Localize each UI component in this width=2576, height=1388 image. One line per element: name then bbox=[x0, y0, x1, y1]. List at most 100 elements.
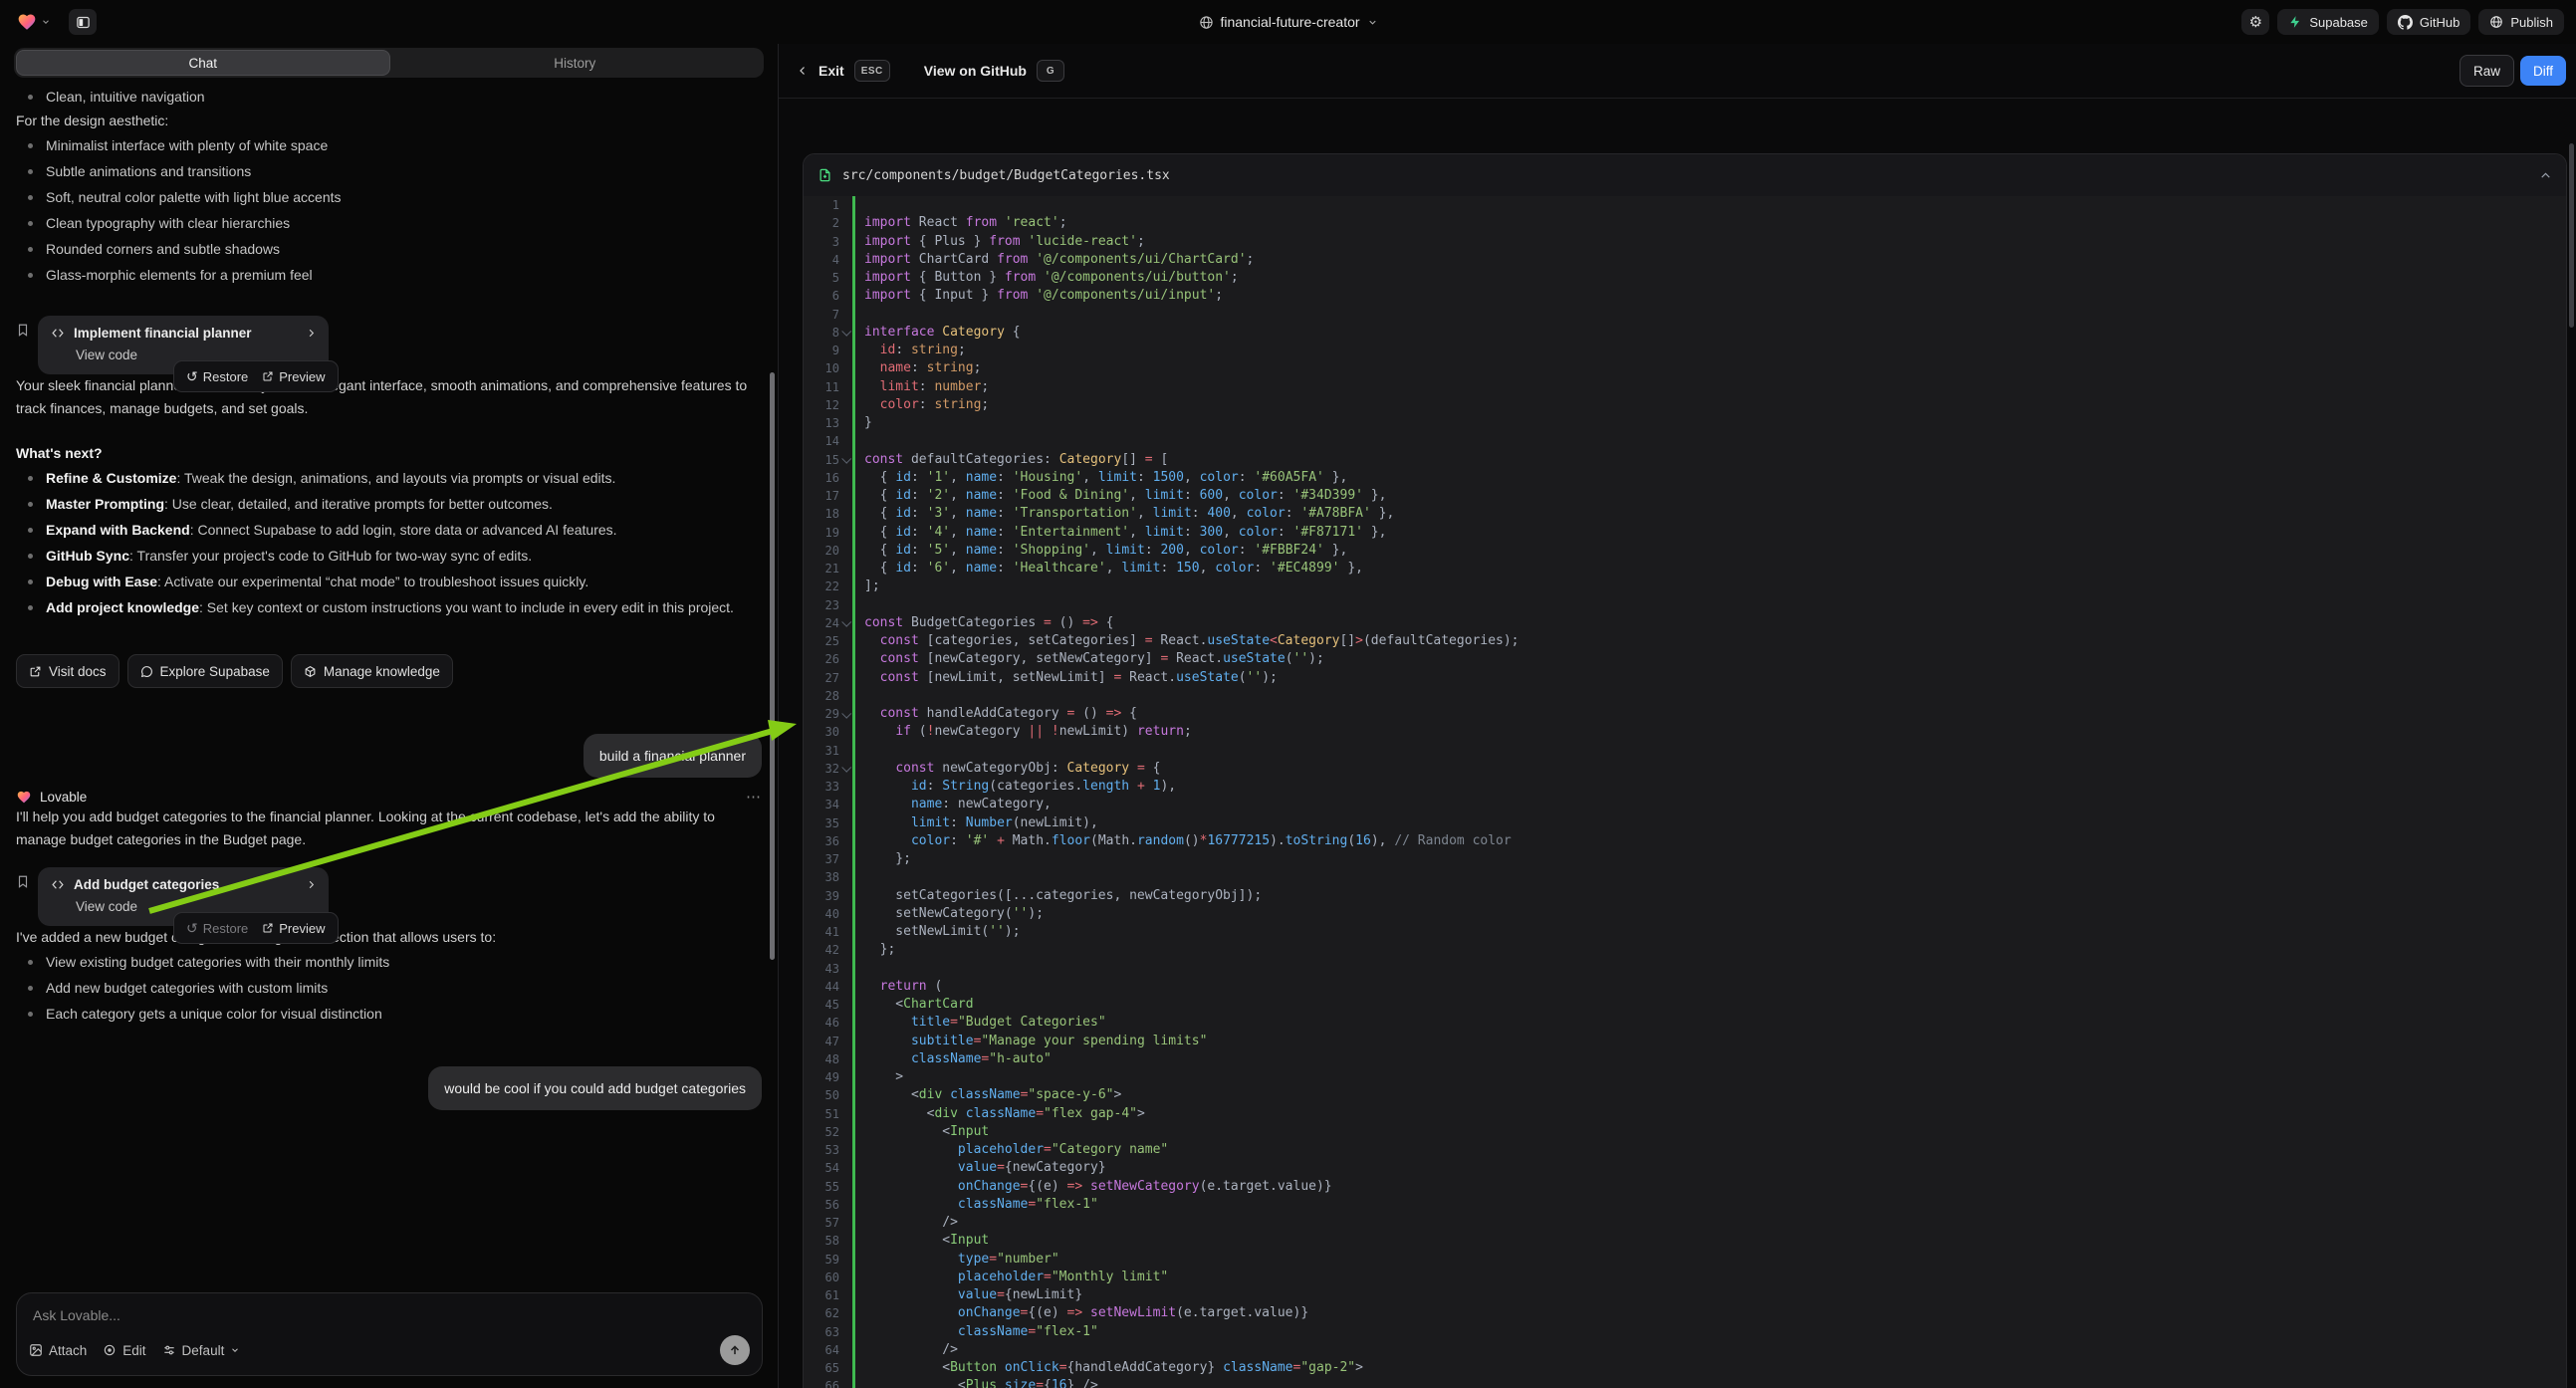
line-number: 14 bbox=[804, 432, 839, 450]
code-line: 14 bbox=[804, 432, 2566, 450]
line-number: 66 bbox=[804, 1377, 839, 1388]
bookmark-icon bbox=[16, 873, 30, 890]
tab-history[interactable]: History bbox=[389, 51, 762, 75]
fold-chevron-icon[interactable] bbox=[841, 708, 851, 718]
fold-chevron-icon[interactable] bbox=[841, 763, 851, 773]
line-number: 34 bbox=[804, 796, 839, 813]
more-options-icon[interactable]: ⋯ bbox=[746, 788, 762, 806]
edit-mode-button[interactable]: Edit bbox=[103, 1343, 145, 1358]
code-line: 26 const [newCategory, setNewCategory] =… bbox=[804, 650, 2566, 668]
file-path: src/components/budget/BudgetCategories.t… bbox=[842, 168, 2529, 183]
line-number: 4 bbox=[804, 251, 839, 269]
preview-button[interactable]: Preview bbox=[262, 369, 325, 384]
line-number: 27 bbox=[804, 669, 839, 687]
user-message: build a financial planner bbox=[584, 734, 762, 778]
fold-chevron-icon[interactable] bbox=[841, 454, 851, 464]
supabase-icon bbox=[2288, 15, 2302, 29]
list-item: GitHub Sync: Transfer your project's cod… bbox=[16, 543, 762, 569]
fold-chevron-icon[interactable] bbox=[841, 327, 851, 337]
line-number: 64 bbox=[804, 1341, 839, 1359]
chat-scrollbar[interactable] bbox=[770, 372, 775, 960]
line-number: 65 bbox=[804, 1359, 839, 1377]
line-number: 50 bbox=[804, 1086, 839, 1104]
code-line: 6import { Input } from '@/components/ui/… bbox=[804, 287, 2566, 305]
assistant-name: Lovable bbox=[40, 790, 87, 805]
line-number: 11 bbox=[804, 378, 839, 396]
globe-icon bbox=[2489, 15, 2503, 29]
restore-button[interactable]: ↺Restore bbox=[186, 369, 248, 384]
project-selector[interactable]: financial-future-creator bbox=[1198, 0, 1377, 44]
code-line: 24const BudgetCategories = () => { bbox=[804, 614, 2566, 632]
code-line: 37 }; bbox=[804, 850, 2566, 868]
code-scrollbar[interactable] bbox=[2569, 143, 2574, 328]
version-title: Add budget categories bbox=[74, 877, 219, 892]
line-number: 8 bbox=[804, 324, 839, 342]
line-number: 42 bbox=[804, 941, 839, 959]
chat-message-list[interactable]: Clean, intuitive navigation For the desi… bbox=[0, 84, 778, 1288]
fold-chevron-icon[interactable] bbox=[841, 617, 851, 627]
attach-button[interactable]: Attach bbox=[29, 1343, 87, 1358]
code-line: 19 { id: '4', name: 'Entertainment', lim… bbox=[804, 524, 2566, 542]
code-line: 11 limit: number; bbox=[804, 378, 2566, 396]
list-item: Master Prompting: Use clear, detailed, a… bbox=[16, 491, 762, 517]
globe-icon bbox=[1198, 15, 1213, 30]
list-item: Add project knowledge: Set key context o… bbox=[16, 594, 762, 620]
code-line: 36 color: '#' + Math.floor(Math.random()… bbox=[804, 832, 2566, 850]
github-button[interactable]: GitHub bbox=[2387, 9, 2470, 35]
line-number: 25 bbox=[804, 632, 839, 650]
line-number: 58 bbox=[804, 1232, 839, 1250]
code-line: 41 setNewLimit(''); bbox=[804, 923, 2566, 941]
raw-view-button[interactable]: Raw bbox=[2459, 55, 2514, 87]
exit-button[interactable]: Exit bbox=[819, 63, 844, 79]
line-number: 17 bbox=[804, 487, 839, 505]
tab-chat[interactable]: Chat bbox=[17, 51, 389, 75]
line-number: 9 bbox=[804, 342, 839, 359]
whats-next-list: Refine & Customize: Tweak the design, an… bbox=[16, 465, 762, 620]
toggle-chat-panel-button[interactable] bbox=[69, 9, 97, 35]
list-item: Refine & Customize: Tweak the design, an… bbox=[16, 465, 762, 491]
file-header[interactable]: src/components/budget/BudgetCategories.t… bbox=[804, 154, 2566, 197]
code-line: 65 <Button onClick={handleAddCategory} c… bbox=[804, 1359, 2566, 1377]
code-line: 20 { id: '5', name: 'Shopping', limit: 2… bbox=[804, 542, 2566, 560]
added-bullet-list: View existing budget categories with the… bbox=[16, 949, 762, 1027]
explore-supabase-button[interactable]: Explore Supabase bbox=[127, 654, 283, 688]
publish-button[interactable]: Publish bbox=[2478, 9, 2564, 35]
list-item: Soft, neutral color palette with light b… bbox=[16, 184, 762, 210]
chevron-right-icon bbox=[306, 879, 317, 890]
visit-docs-button[interactable]: Visit docs bbox=[16, 654, 119, 688]
prompt-input[interactable] bbox=[31, 1305, 537, 1325]
code-line: 62 onChange={(e) => setNewLimit(e.target… bbox=[804, 1304, 2566, 1322]
code-line: 54 value={newCategory} bbox=[804, 1159, 2566, 1177]
code-line: 35 limit: Number(newLimit), bbox=[804, 814, 2566, 832]
list-item: Expand with Backend: Connect Supabase to… bbox=[16, 517, 762, 543]
line-number: 26 bbox=[804, 650, 839, 668]
assistant-paragraph: Your sleek financial planner is now read… bbox=[16, 374, 755, 420]
code-line: 25 const [categories, setCategories] = R… bbox=[804, 632, 2566, 650]
manage-knowledge-button[interactable]: Manage knowledge bbox=[291, 654, 453, 688]
version-card-implement-financial-planner[interactable]: Implement financial planner View code ↺R… bbox=[38, 316, 329, 374]
code-line: 22]; bbox=[804, 578, 2566, 595]
version-card-add-budget-categories[interactable]: Add budget categories View code ↺Restore… bbox=[38, 867, 329, 926]
project-name: financial-future-creator bbox=[1220, 14, 1359, 30]
code-line: 39 setCategories([...categories, newCate… bbox=[804, 887, 2566, 905]
esc-key-badge: esc bbox=[854, 60, 890, 82]
settings-button[interactable]: ⚙ bbox=[2241, 9, 2269, 35]
line-number: 3 bbox=[804, 233, 839, 251]
model-selector[interactable]: Default bbox=[162, 1343, 241, 1358]
code-line: 52 <Input bbox=[804, 1123, 2566, 1141]
chevron-up-icon[interactable] bbox=[2539, 169, 2552, 182]
lovable-logo-menu[interactable] bbox=[16, 12, 51, 32]
code-lines[interactable]: 12import React from 'react';3import { Pl… bbox=[804, 196, 2566, 1388]
code-line: 18 { id: '3', name: 'Transportation', li… bbox=[804, 505, 2566, 523]
code-line: 61 value={newLimit} bbox=[804, 1286, 2566, 1304]
line-number: 43 bbox=[804, 960, 839, 978]
supabase-button[interactable]: Supabase bbox=[2277, 9, 2379, 35]
send-button[interactable] bbox=[720, 1335, 750, 1365]
line-number: 62 bbox=[804, 1304, 839, 1322]
preview-button[interactable]: Preview bbox=[262, 921, 325, 936]
view-on-github-button[interactable]: View on GitHub bbox=[924, 63, 1027, 79]
diff-view-button[interactable]: Diff bbox=[2520, 56, 2566, 86]
chat-bubble-icon bbox=[140, 665, 153, 678]
version-card-group: Add budget categories View code ↺Restore… bbox=[16, 867, 762, 926]
restore-button[interactable]: ↺Restore bbox=[186, 921, 248, 936]
